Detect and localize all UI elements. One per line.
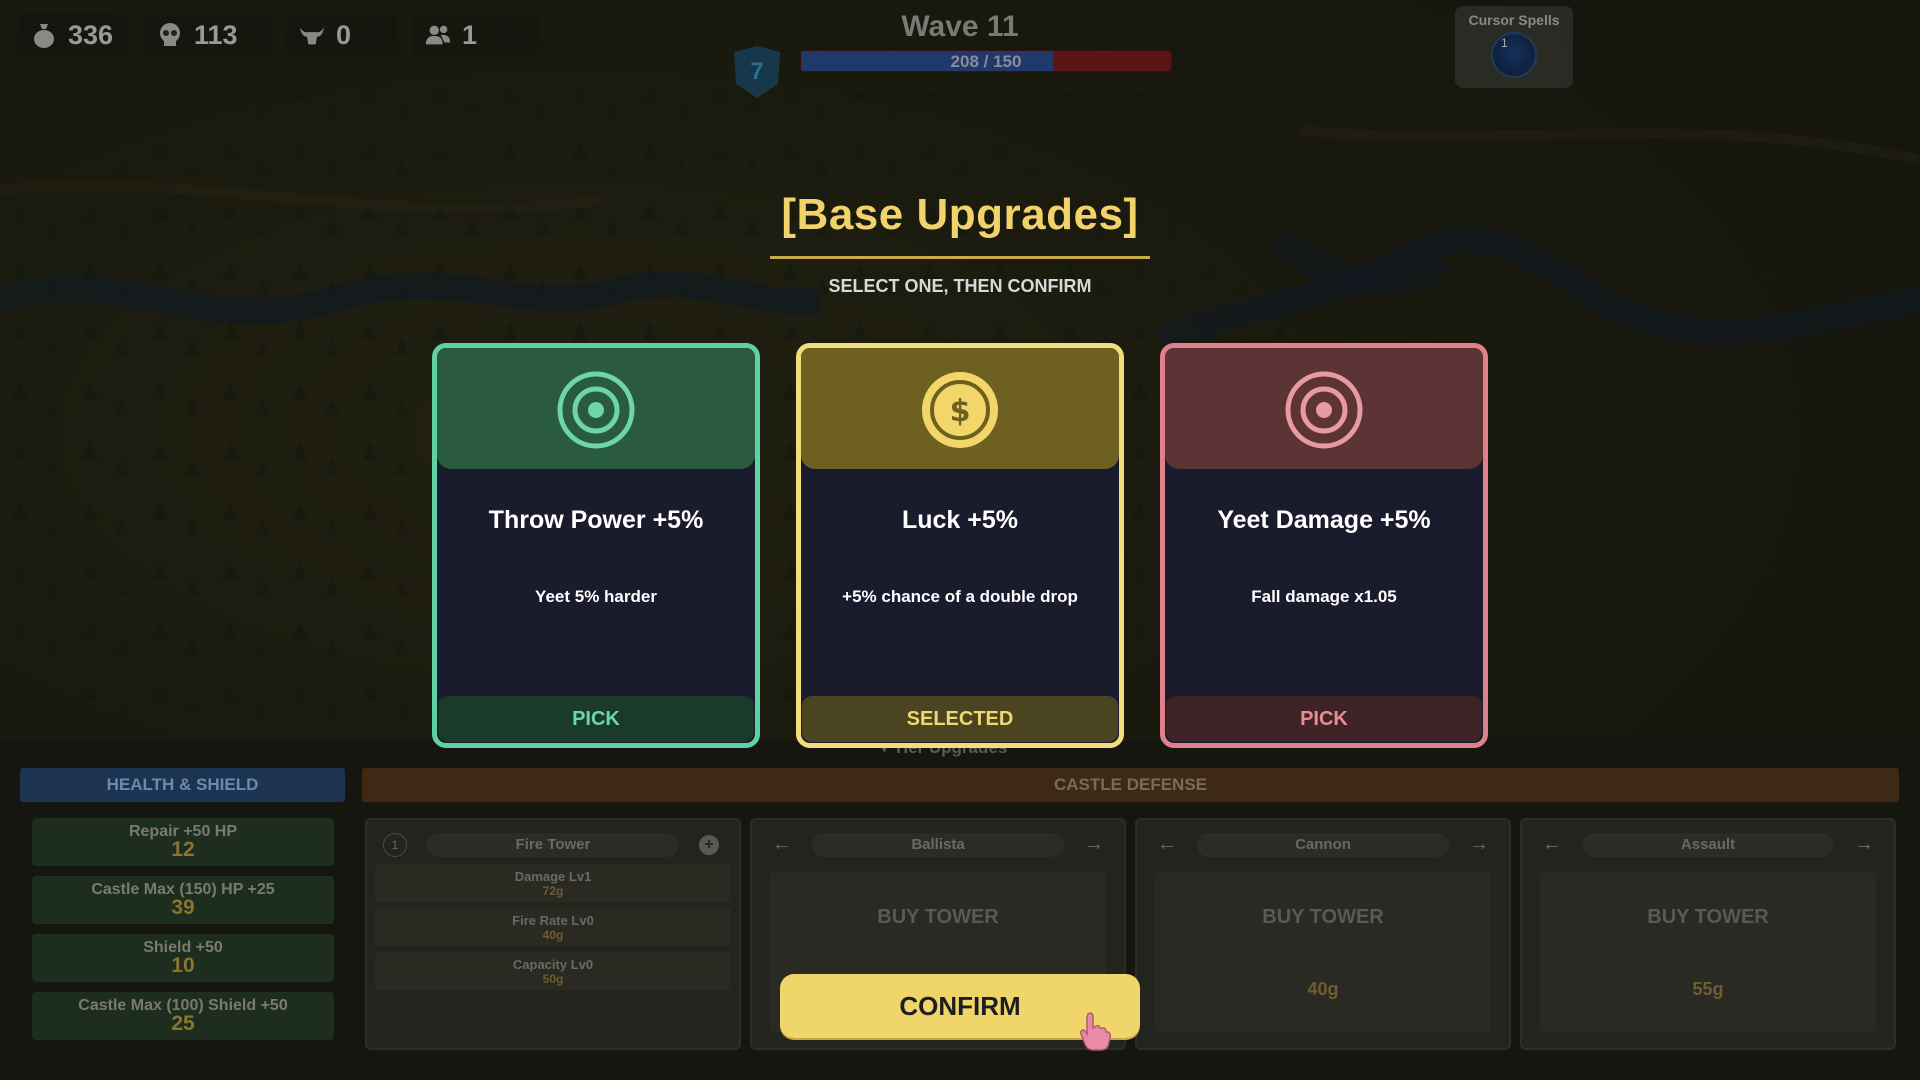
card-header: $ bbox=[801, 348, 1119, 469]
cursor-spells-panel: Cursor Spells 1 bbox=[1455, 6, 1573, 88]
hs-upgrade-max-shield[interactable]: Castle Max (100) Shield +50 25 bbox=[32, 992, 334, 1040]
pick-button[interactable]: PICK bbox=[1166, 696, 1482, 742]
arrow-right-icon[interactable]: → bbox=[1467, 833, 1491, 857]
add-tower-icon[interactable]: + bbox=[699, 835, 719, 855]
arrow-left-icon[interactable]: ← bbox=[1155, 833, 1179, 857]
buy-tower-cost: 40g bbox=[1307, 979, 1339, 999]
target-icon bbox=[557, 371, 635, 449]
hs-upgrade-cost: 12 bbox=[171, 838, 195, 861]
wave-progress-bar bbox=[800, 86, 1172, 90]
wave-title: Wave 11 bbox=[901, 10, 1019, 43]
modal-title: [Base Upgrades] bbox=[781, 190, 1139, 239]
cursor-spells-label: Cursor Spells bbox=[1468, 12, 1560, 28]
tower-name: Assault bbox=[1582, 833, 1834, 857]
modal-subtitle: SELECT ONE, THEN CONFIRM bbox=[828, 276, 1092, 296]
hs-upgrade-cost: 10 bbox=[171, 954, 195, 977]
tower-stat-cost: 72g bbox=[542, 884, 564, 898]
tower-name: Ballista bbox=[812, 833, 1064, 857]
tower-card-assault: ← Assault → BUY TOWER 55g bbox=[1520, 818, 1896, 1050]
tower-stat-cost: 40g bbox=[542, 928, 564, 942]
card-description: Fall damage x1.05 bbox=[1251, 587, 1397, 606]
buy-tower-cost: 55g bbox=[1692, 979, 1724, 999]
svg-text:$: $ bbox=[950, 394, 971, 429]
hs-upgrade-repair[interactable]: Repair +50 HP 12 bbox=[32, 818, 334, 866]
tower-stat-cost: 50g bbox=[542, 972, 564, 986]
arrow-left-icon[interactable]: ← bbox=[1540, 833, 1564, 857]
castle-defense-header: CASTLE DEFENSE bbox=[362, 768, 1899, 802]
pick-button[interactable]: PICK bbox=[438, 696, 754, 742]
level-value: 7 bbox=[750, 58, 764, 85]
selected-button[interactable]: SELECTED bbox=[802, 696, 1118, 742]
tower-stat-upgrade[interactable]: Capacity Lv0 50g bbox=[375, 952, 731, 990]
spell-slot-number: 1 bbox=[1501, 36, 1508, 50]
hs-upgrade-cost: 25 bbox=[171, 1012, 195, 1035]
hand-cursor-icon bbox=[1080, 1012, 1111, 1051]
card-title: Luck +5% bbox=[901, 506, 1019, 534]
tower-name: Fire Tower bbox=[427, 833, 679, 857]
upgrade-card-luck[interactable]: $ Luck +5% +5% chance of a double drop S… bbox=[796, 343, 1124, 748]
tower-stat-label: Fire Rate Lv0 bbox=[512, 913, 594, 928]
tower-name: Cannon bbox=[1197, 833, 1449, 857]
tower-stat-upgrade[interactable]: Damage Lv1 72g bbox=[375, 864, 731, 902]
card-title: Yeet Damage +5% bbox=[1217, 506, 1431, 534]
arrow-right-icon[interactable]: → bbox=[1082, 833, 1106, 857]
castle-hp-text: 208 / 150 bbox=[950, 52, 1022, 71]
card-header bbox=[1165, 348, 1483, 469]
buy-tower-label: BUY TOWER bbox=[877, 906, 999, 928]
card-description: Yeet 5% harder bbox=[535, 587, 657, 606]
tower-card-fire: 1 Fire Tower + Damage Lv1 72g Fire Rate … bbox=[365, 818, 741, 1050]
upgrade-card-throw-power[interactable]: Throw Power +5% Yeet 5% harder PICK bbox=[432, 343, 760, 748]
spell-slot[interactable]: 1 bbox=[1491, 32, 1537, 78]
tower-stat-label: Damage Lv1 bbox=[514, 869, 592, 884]
tower-card-cannon: ← Cannon → BUY TOWER 40g bbox=[1135, 818, 1511, 1050]
arrow-right-icon[interactable]: → bbox=[1852, 833, 1876, 857]
tower-stat-upgrade[interactable]: Fire Rate Lv0 40g bbox=[375, 908, 731, 946]
hs-upgrade-shield[interactable]: Shield +50 10 bbox=[32, 934, 334, 982]
target-icon bbox=[1285, 371, 1363, 449]
castle-hp-bar: 208 / 150 bbox=[800, 50, 1172, 72]
buy-tower-button[interactable]: BUY TOWER 40g bbox=[1155, 872, 1491, 1032]
health-shield-header: HEALTH & SHIELD bbox=[20, 768, 345, 802]
tower-count-badge: 1 bbox=[383, 833, 407, 857]
card-title: Throw Power +5% bbox=[488, 506, 704, 534]
card-header bbox=[437, 348, 755, 469]
hs-upgrade-max-hp[interactable]: Castle Max (150) HP +25 39 bbox=[32, 876, 334, 924]
title-divider bbox=[770, 256, 1150, 259]
level-badge: 7 bbox=[730, 44, 784, 100]
arrow-left-icon[interactable]: ← bbox=[770, 833, 794, 857]
hs-upgrade-cost: 39 bbox=[171, 896, 195, 919]
upgrade-card-yeet-damage[interactable]: Yeet Damage +5% Fall damage x1.05 PICK bbox=[1160, 343, 1488, 748]
tower-stat-label: Capacity Lv0 bbox=[512, 957, 594, 972]
buy-tower-label: BUY TOWER bbox=[1647, 906, 1769, 928]
card-description: +5% chance of a double drop bbox=[842, 587, 1078, 606]
buy-tower-label: BUY TOWER bbox=[1262, 906, 1384, 928]
buy-tower-button[interactable]: BUY TOWER 55g bbox=[1540, 872, 1876, 1032]
coin-icon: $ bbox=[922, 372, 998, 448]
